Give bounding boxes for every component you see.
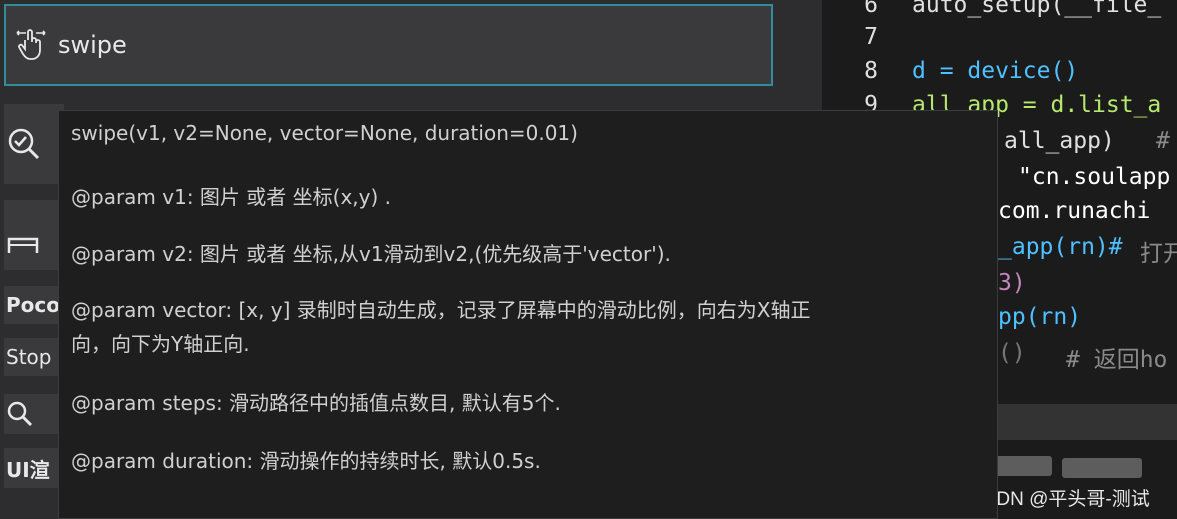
code-text: auto_setup(__file_ — [912, 0, 1162, 18]
code-text: all_app) — [1004, 128, 1115, 154]
tooltip-param-duration: @param duration: 滑动操作的持续时长, 默认0.5s. — [71, 449, 541, 473]
screen: swipe Poco Stop UI渲 6 auto_setup(__file_… — [0, 0, 1177, 519]
code-text: _app(rn)# — [998, 234, 1123, 260]
blurred-text — [1062, 458, 1142, 478]
poco-label: Poco — [6, 293, 60, 317]
editor-scroll-bar[interactable] — [997, 404, 1177, 440]
side-item-window[interactable] — [4, 200, 64, 270]
line-number: 8 — [864, 58, 878, 84]
ui-render-label: UI渲 — [6, 457, 50, 482]
touch-swipe-icon — [16, 29, 46, 60]
line-number: 7 — [864, 24, 878, 50]
window-icon — [7, 237, 39, 253]
line-number: 6 — [864, 0, 878, 18]
swipe-label: swipe — [58, 31, 127, 59]
code-text: d = device() — [912, 58, 1079, 84]
stop-label: Stop — [6, 345, 52, 369]
code-string: com.runachi — [998, 198, 1151, 224]
code-text: pp(rn) — [998, 304, 1082, 330]
tooltip-param-steps: @param steps: 滑动路径中的插值点数目, 默认有5个. — [71, 391, 561, 415]
code-comment: # 返回ho — [1066, 347, 1168, 373]
side-item-stop[interactable]: Stop — [4, 338, 64, 376]
tooltip-param-vector-cont: 向，向下为Y轴正向. — [71, 332, 250, 356]
side-item-search-check[interactable] — [4, 104, 64, 184]
search-check-icon — [8, 128, 40, 160]
tooltip-signature: swipe(v1, v2=None, vector=None, duration… — [71, 121, 578, 145]
code-string: "cn.soulapp — [1018, 164, 1171, 190]
side-item-poco[interactable]: Poco — [4, 286, 64, 324]
side-item-ui[interactable]: UI渲 — [4, 448, 64, 488]
tooltip-param-v1: @param v1: 图片 或者 坐标(x,y) . — [71, 185, 391, 209]
function-tooltip: swipe(v1, v2=None, vector=None, duration… — [58, 110, 998, 519]
code-text: () — [998, 340, 1026, 366]
code-comment: 打开 — [1140, 241, 1177, 267]
code-comment: # — [1156, 128, 1170, 154]
side-item-search[interactable] — [4, 394, 64, 434]
tooltip-param-v2: @param v2: 图片 或者 坐标,从v1滑动到v2,(优先级高于'vect… — [71, 242, 671, 266]
swipe-button[interactable]: swipe — [4, 4, 773, 86]
tooltip-param-vector: @param vector: [x, y] 录制时自动生成，记录了屏幕中的滑动比… — [71, 298, 811, 322]
search-icon — [7, 401, 33, 427]
code-text: 3) — [998, 270, 1026, 296]
